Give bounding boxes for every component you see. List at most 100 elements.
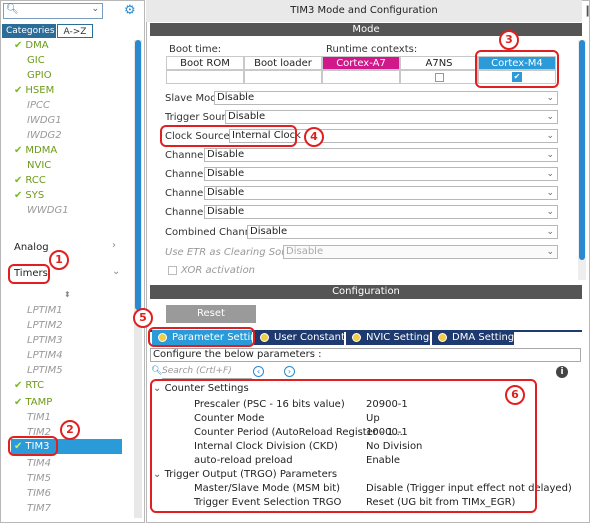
search-icon: 🔍︎ [6,4,19,15]
tree-item-wwdg1[interactable]: WWDG1 [27,203,69,218]
cell-boot-rom [166,70,244,84]
tree-item-ipcc[interactable]: IPCC [27,98,50,113]
tree-item-hsem[interactable]: ✔ HSEM [14,83,54,98]
annotation-box-clock-source [160,125,297,147]
chevron-right-icon[interactable]: › [112,240,116,251]
tree-item-tim5[interactable]: TIM5 [27,471,51,486]
tree-item-lptim4[interactable]: LPTIM4 [27,348,63,363]
etr-clearing-select[interactable]: Disable ⌄ [283,245,558,259]
check-icon: ✔ [14,397,23,408]
chevron-down-icon: ⌄ [546,247,554,257]
chevron-down-icon: ⌄ [546,131,554,141]
tree-item-sys[interactable]: ✔ SYS [14,188,44,203]
annotation-box-timers [8,264,50,284]
channel1-select[interactable]: Disable ⌄ [204,148,558,162]
left-scrollbar-thumb[interactable] [135,40,141,310]
annotation-badge-3: 3 [499,30,519,50]
reset-configuration-button[interactable]: Reset Configuration [166,305,256,337]
tree-item-nvic[interactable]: NVIC [27,158,51,173]
configure-description: Configure the below parameters : [150,348,581,362]
annotation-box-cortex-m4 [475,50,559,88]
tab-categories[interactable]: Categories [2,24,56,38]
a7ns-checkbox[interactable] [434,72,444,82]
tab-a-z[interactable]: A->Z [57,24,93,38]
chevron-down-icon[interactable]: ⌄ [91,4,99,14]
tree-item-tamp[interactable]: ✔ TAMP [14,395,52,410]
annotation-box-parameters [150,379,537,513]
sort-icon[interactable]: ⬍ [64,290,71,299]
check-icon: ✔ [14,175,23,186]
right-scrollbar-thumb[interactable] [579,40,585,260]
combined-channels-select[interactable]: Disable ⌄ [247,225,558,239]
cell-cortex-a7-secure [322,70,400,84]
tree-item-tim4[interactable]: TIM4 [27,456,51,471]
tab-nvic-settings[interactable]: NVIC Settings [346,330,434,345]
channel4-select[interactable]: Disable ⌄ [204,205,558,219]
status-dot-icon [352,333,361,342]
tree-item-tim7[interactable]: TIM7 [27,501,51,516]
parameter-search-input[interactable]: Search (Crtl+F) [162,366,252,379]
panel-title: TIM3 Mode and Configuration [146,0,582,22]
tree-item-lptim5[interactable]: LPTIM5 [27,363,63,378]
chevron-down-icon: ⌄ [546,207,554,217]
search-icon: 🔍︎ [151,366,163,376]
channel2-select[interactable]: Disable ⌄ [204,167,558,181]
tree-item-iwdg2[interactable]: IWDG2 [27,128,62,143]
tree-item-gpio[interactable]: GPIO [27,68,52,83]
previous-icon[interactable]: ‹ [253,366,264,377]
channel3-select[interactable]: Disable ⌄ [204,186,558,200]
tree-item-lptim1[interactable]: LPTIM1 [27,303,63,318]
annotation-box-parameter-settings [148,327,255,347]
tree-item-tim6[interactable]: TIM6 [27,486,51,501]
configuration-header: Configuration [150,285,582,299]
tree-item-lptim3[interactable]: LPTIM3 [27,333,63,348]
col-boot-rom: Boot ROM [166,56,244,70]
tree-item-rtc[interactable]: ✔ RTC [14,378,44,393]
tree-item-mdma[interactable]: ✔ MDMA [14,143,57,158]
cell-a7ns [400,70,478,84]
tree-item-gic[interactable]: GIC [27,53,45,68]
tree-item-lptim2[interactable]: LPTIM2 [27,318,63,333]
col-cortex-a7-secure: Cortex-A7 secure [322,56,400,83]
check-icon: ✔ [14,85,23,96]
annotation-badge-6: 6 [505,385,525,405]
col-boot-loader: Boot loader [244,56,322,70]
next-icon[interactable]: › [284,366,295,377]
xor-checkbox[interactable] [168,266,177,275]
info-icon[interactable]: i [556,366,568,378]
chevron-down-icon: ⌄ [546,112,554,122]
xor-label: XOR activation [181,265,256,276]
status-dot-icon [438,333,447,342]
tree-item-tim1[interactable]: TIM1 [27,410,51,425]
chevron-down-icon: ⌄ [546,93,554,103]
slave-mode-select[interactable]: Disable ⌄ [214,91,558,105]
annotation-badge-2: 2 [60,420,80,440]
tree-item-rcc[interactable]: ✔ RCC [14,173,46,188]
annotation-badge-1: 1 [49,250,69,270]
tab-user-constants[interactable]: User Constants [254,330,350,345]
tree-item-iwdg1[interactable]: IWDG1 [27,113,62,128]
status-dot-icon [260,333,269,342]
chevron-down-icon[interactable]: ⌄ [112,266,120,277]
gear-icon[interactable]: ⚙ [124,3,136,18]
tab-dma-settings[interactable]: DMA Settings [432,330,519,345]
chevron-down-icon: ⌄ [546,169,554,179]
cell-boot-loader [244,70,322,84]
annotation-badge-4: 4 [304,127,324,147]
chevron-down-icon: ⌄ [546,150,554,160]
check-icon: ✔ [14,40,23,51]
annotation-box-tim3 [8,436,58,456]
boot-time-label: Boot time: [169,44,222,55]
section-analog[interactable]: Analog [14,242,49,253]
search-input[interactable]: 🔍︎ ⌄ [3,3,103,19]
pane-toggle-icon[interactable]: ❙ [583,4,590,17]
check-icon: ✔ [14,190,23,201]
trigger-source-select[interactable]: Disable ⌄ [225,110,558,124]
chevron-down-icon: ⌄ [546,188,554,198]
chevron-down-icon: ⌄ [546,227,554,237]
runtime-contexts-label: Runtime contexts: [326,44,418,55]
tree-item-dma[interactable]: ✔ DMA [14,38,49,53]
check-icon: ✔ [14,145,23,156]
col-a7ns: A7NS [400,56,478,70]
check-icon: ✔ [14,380,23,391]
